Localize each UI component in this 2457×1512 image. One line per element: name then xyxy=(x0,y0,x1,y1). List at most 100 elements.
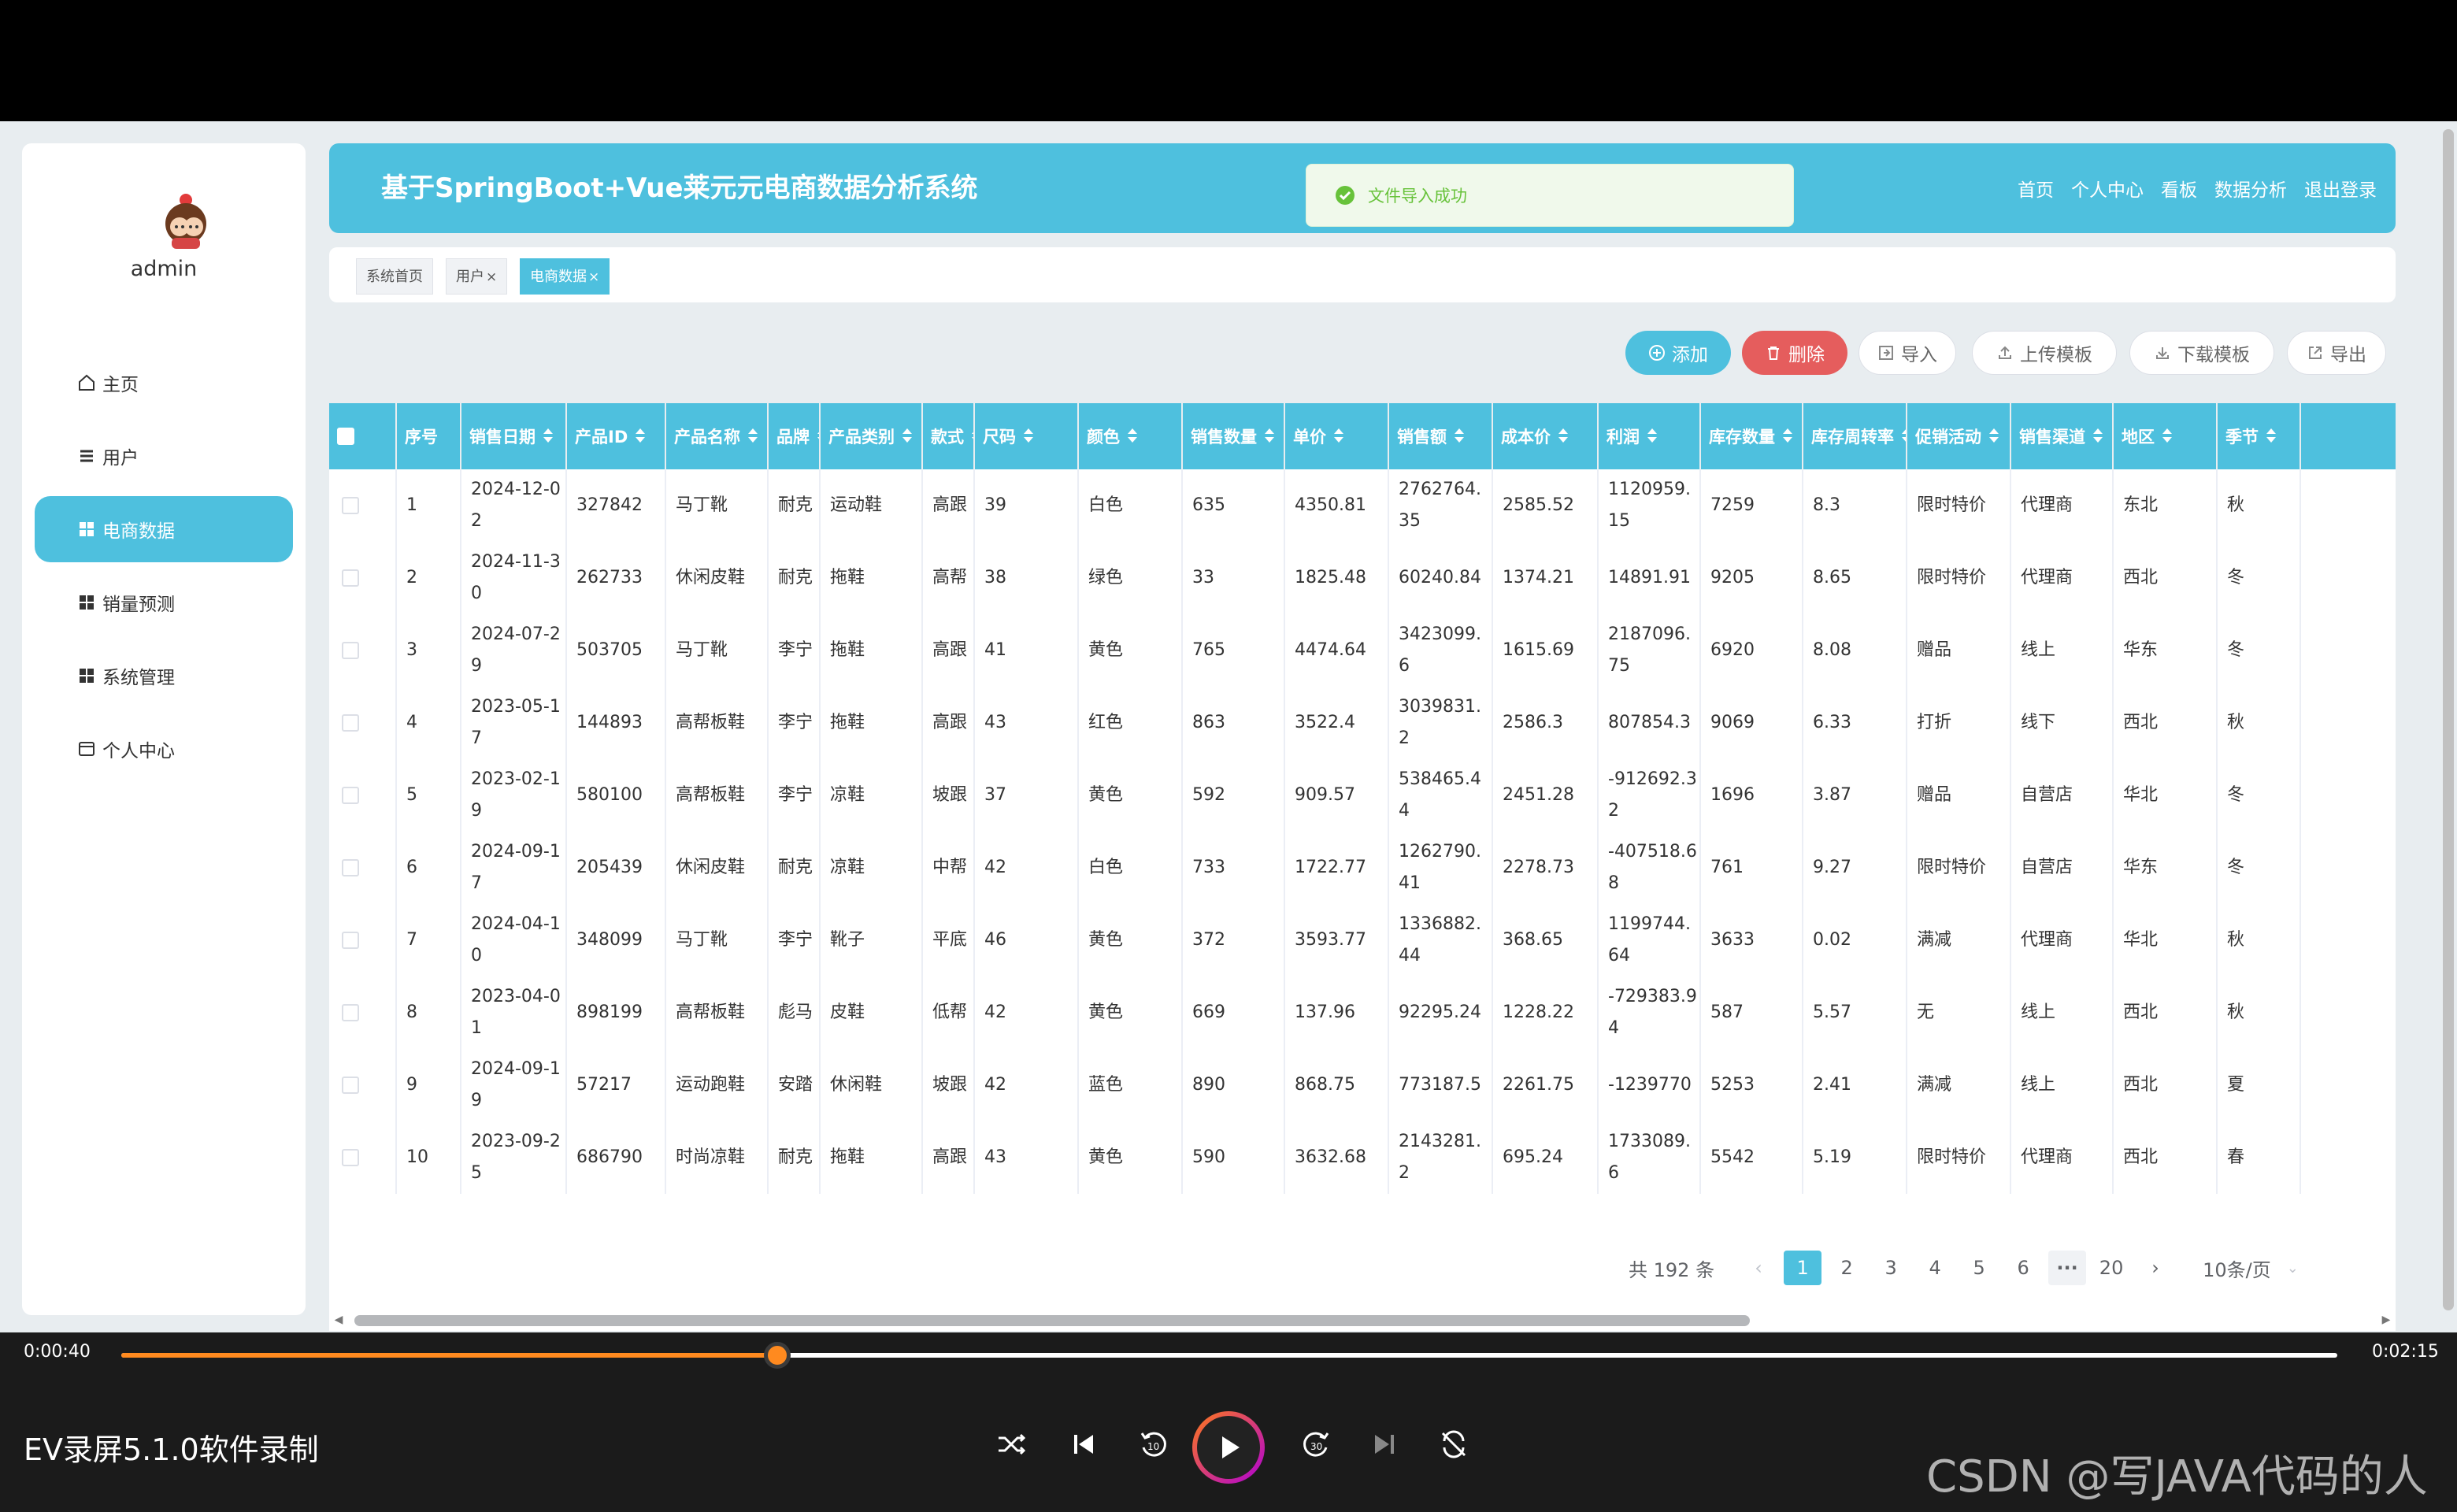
sort-icon[interactable] xyxy=(1334,428,1343,444)
top-nav-logout[interactable]: 退出登录 xyxy=(2304,175,2377,202)
table-row[interactable]: 9 2024-09-19 57217 运动跑鞋 安踏 休闲鞋 坡跟 42 蓝色 890 868.75… xyxy=(329,1049,2396,1121)
row-checkbox[interactable] xyxy=(342,497,359,514)
row-checkbox[interactable] xyxy=(342,859,359,876)
column-header[interactable]: 库存周转率 xyxy=(1803,403,1907,469)
sidebar-item-system-management[interactable]: 系统管理 xyxy=(35,643,293,709)
sort-icon[interactable] xyxy=(2093,428,2103,444)
sort-icon[interactable] xyxy=(636,428,646,444)
table-row[interactable]: 1 2024-12-02 327842 马丁靴 耐克 运动鞋 高跟 39 白色 635 4350.8… xyxy=(329,469,2396,542)
sort-icon[interactable] xyxy=(2266,428,2276,444)
sort-icon[interactable] xyxy=(1647,428,1657,444)
tab-ecommerce-data[interactable]: 电商数据 × xyxy=(520,258,610,295)
column-header[interactable]: 销售日期 xyxy=(461,403,567,469)
delete-button[interactable]: 删除 xyxy=(1742,331,1847,375)
top-nav-personal-center[interactable]: 个人中心 xyxy=(2071,175,2144,202)
page-4[interactable]: 4 xyxy=(1916,1251,1954,1285)
row-checkbox[interactable] xyxy=(342,1077,359,1094)
column-header[interactable]: 销售数量 xyxy=(1183,403,1285,469)
scroll-right-icon[interactable]: ▶ xyxy=(2378,1312,2394,1328)
export-button[interactable]: 导出 xyxy=(2287,331,2386,375)
repeat-off-icon[interactable] xyxy=(1436,1427,1471,1462)
page-1[interactable]: 1 xyxy=(1784,1251,1822,1285)
top-nav-data-analysis[interactable]: 数据分析 xyxy=(2214,175,2287,202)
next-page-button[interactable]: › xyxy=(2136,1251,2174,1285)
sort-icon[interactable] xyxy=(543,428,553,444)
row-checkbox[interactable] xyxy=(342,569,359,587)
column-header[interactable]: 成本价 xyxy=(1493,403,1599,469)
page-2[interactable]: 2 xyxy=(1828,1251,1866,1285)
tab-users[interactable]: 用户 × xyxy=(446,258,508,295)
column-header[interactable]: 款式 xyxy=(923,403,975,469)
skip-next-icon[interactable] xyxy=(1367,1427,1402,1462)
more-pages-button[interactable]: ··· xyxy=(2048,1251,2087,1285)
sidebar-item-home[interactable]: 主页 xyxy=(35,350,293,416)
download-template-button[interactable]: 下载模板 xyxy=(2129,331,2274,375)
top-nav-dashboard[interactable]: 看板 xyxy=(2161,175,2197,202)
sort-icon[interactable] xyxy=(1265,428,1274,444)
page-3[interactable]: 3 xyxy=(1872,1251,1910,1285)
column-header[interactable]: 产品类别 xyxy=(821,403,923,469)
sort-icon[interactable] xyxy=(1902,428,1906,444)
close-icon[interactable]: × xyxy=(588,269,599,285)
table-row[interactable]: 8 2023-04-01 898199 高帮板鞋 彪马 皮鞋 低帮 42 黄色 669 137.96… xyxy=(329,976,2396,1049)
sidebar-item-personal-center[interactable]: 个人中心 xyxy=(35,716,293,782)
sort-icon[interactable] xyxy=(1024,428,1033,444)
import-button[interactable]: 导入 xyxy=(1858,331,1956,375)
row-checkbox[interactable] xyxy=(342,1149,359,1166)
play-button[interactable] xyxy=(1192,1411,1265,1484)
sort-icon[interactable] xyxy=(902,428,912,444)
table-row[interactable]: 3 2024-07-29 503705 马丁靴 李宁 拖鞋 高跟 41 黄色 765 4474.64… xyxy=(329,614,2396,687)
rewind-10-icon[interactable]: 10 xyxy=(1136,1427,1170,1462)
select-all-checkbox[interactable] xyxy=(337,428,354,445)
prev-page-button[interactable]: ‹ xyxy=(1740,1251,1777,1285)
page-20[interactable]: 20 xyxy=(2092,1251,2130,1285)
column-header[interactable]: 促销活动 xyxy=(1907,403,2011,469)
scroll-left-icon[interactable]: ◀ xyxy=(331,1312,346,1328)
column-header[interactable]: 利润 xyxy=(1599,403,1701,469)
row-checkbox[interactable] xyxy=(342,787,359,804)
table-row[interactable]: 4 2023-05-17 144893 高帮板鞋 李宁 拖鞋 高跟 43 红色 863 3522.4… xyxy=(329,687,2396,759)
sort-icon[interactable] xyxy=(1989,428,1999,444)
sort-icon[interactable] xyxy=(2162,428,2172,444)
sidebar-item-sales-forecast[interactable]: 销量预测 xyxy=(35,569,293,636)
shuffle-icon[interactable] xyxy=(994,1427,1028,1462)
forward-30-icon[interactable]: 30 xyxy=(1299,1427,1334,1462)
upload-template-button[interactable]: 上传模板 xyxy=(1972,331,2117,375)
sort-icon[interactable] xyxy=(1455,428,1464,444)
column-header[interactable]: 品牌 xyxy=(769,403,821,469)
column-header[interactable]: 序号 xyxy=(397,403,461,469)
column-header[interactable]: 产品名称 xyxy=(666,403,769,469)
table-row[interactable]: 10 2023-09-25 686790 时尚凉鞋 耐克 拖鞋 高跟 43 黄色 590 3632.… xyxy=(329,1121,2396,1194)
column-header[interactable]: 单价 xyxy=(1285,403,1389,469)
column-header[interactable]: 库存数量 xyxy=(1701,403,1803,469)
progress-handle[interactable] xyxy=(763,1342,791,1369)
sort-icon[interactable] xyxy=(1558,428,1568,444)
sort-icon[interactable] xyxy=(1783,428,1792,444)
table-row[interactable]: 6 2024-09-17 205439 休闲皮鞋 耐克 凉鞋 中帮 42 白色 733 1722.7… xyxy=(329,832,2396,904)
column-header[interactable]: 销售渠道 xyxy=(2011,403,2114,469)
sort-icon[interactable] xyxy=(1128,428,1137,444)
scrollbar-thumb[interactable] xyxy=(354,1315,1750,1326)
row-checkbox[interactable] xyxy=(342,714,359,732)
progress-bar[interactable] xyxy=(121,1342,2337,1369)
table-row[interactable]: 7 2024-04-10 348099 马丁靴 李宁 靴子 平底 46 黄色 372 3593.77… xyxy=(329,904,2396,976)
row-checkbox[interactable] xyxy=(342,1004,359,1021)
skip-previous-icon[interactable] xyxy=(1066,1427,1101,1462)
column-header[interactable]: 颜色 xyxy=(1079,403,1183,469)
horizontal-scrollbar[interactable]: ◀ ▶ xyxy=(329,1309,2396,1331)
sidebar-item-ecommerce-data[interactable]: 电商数据 xyxy=(35,496,293,562)
row-checkbox[interactable] xyxy=(342,932,359,949)
page-6[interactable]: 6 xyxy=(2004,1251,2042,1285)
sidebar-item-users[interactable]: 用户 xyxy=(35,423,293,489)
chevron-down-icon[interactable]: ⌄ xyxy=(2287,1260,2299,1277)
column-header[interactable]: 地区 xyxy=(2114,403,2218,469)
column-header[interactable]: 季节 xyxy=(2218,403,2301,469)
table-row[interactable]: 2 2024-11-30 262733 休闲皮鞋 耐克 拖鞋 高帮 38 绿色 33 1825.48… xyxy=(329,542,2396,614)
column-header[interactable]: 尺码 xyxy=(975,403,1079,469)
column-header[interactable]: 销售额 xyxy=(1389,403,1493,469)
close-icon[interactable]: × xyxy=(486,269,497,285)
column-header[interactable]: 产品ID xyxy=(567,403,666,469)
page-size-select[interactable]: 10条/页 xyxy=(2203,1254,2271,1282)
table-row[interactable]: 5 2023-02-19 580100 高帮板鞋 李宁 凉鞋 坡跟 37 黄色 592 909.57… xyxy=(329,759,2396,832)
top-nav-home[interactable]: 首页 xyxy=(2018,175,2054,202)
